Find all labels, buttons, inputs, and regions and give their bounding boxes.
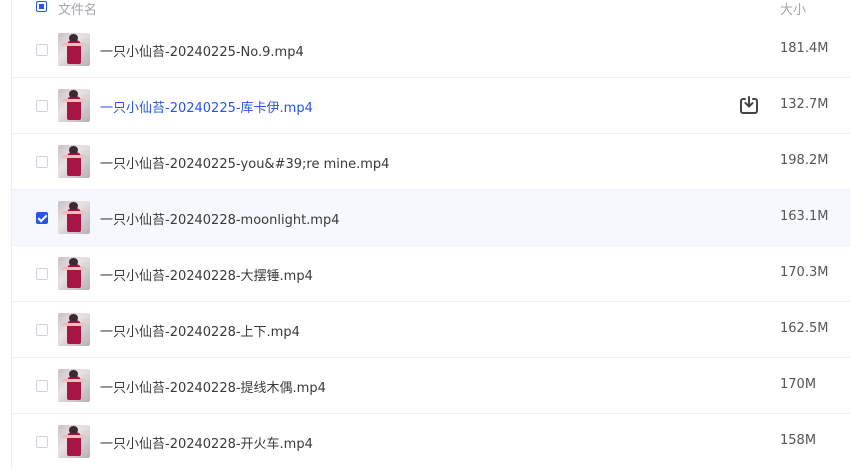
video-thumbnail[interactable] bbox=[58, 89, 90, 122]
file-list: 一只小仙苔-20240225-No.9.mp4 181.4M 一只小仙苔-20240… bbox=[12, 22, 851, 470]
file-list-header: 文件名 大小 bbox=[0, 0, 851, 20]
file-size: 198.2M bbox=[780, 153, 829, 168]
row-checkbox[interactable] bbox=[36, 44, 48, 56]
select-all-checkbox[interactable] bbox=[36, 1, 47, 12]
file-size: 181.4M bbox=[780, 41, 829, 56]
file-size: 170M bbox=[780, 377, 817, 392]
file-name[interactable]: 一只小仙苔-20240228-moonlight.mp4 bbox=[100, 209, 340, 228]
file-size: 158M bbox=[780, 433, 817, 448]
row-checkbox[interactable] bbox=[36, 156, 48, 168]
file-name[interactable]: 一只小仙苔-20240228-大摆锤.mp4 bbox=[100, 265, 313, 284]
video-thumbnail[interactable] bbox=[58, 425, 90, 458]
row-checkbox[interactable] bbox=[36, 268, 48, 280]
file-size: 132.7M bbox=[780, 97, 829, 112]
video-thumbnail[interactable] bbox=[58, 201, 90, 234]
row-checkbox[interactable] bbox=[36, 380, 48, 392]
file-size: 162.5M bbox=[780, 321, 829, 336]
video-thumbnail[interactable] bbox=[58, 313, 90, 346]
file-row[interactable]: 一只小仙苔-20240228-moonlight.mp4 163.1M bbox=[12, 190, 851, 246]
file-name[interactable]: 一只小仙苔-20240228-提线木偶.mp4 bbox=[100, 377, 326, 396]
file-name[interactable]: 一只小仙苔-20240225-you&#39;re mine.mp4 bbox=[100, 153, 389, 172]
file-row[interactable]: 一只小仙苔-20240228-大摆锤.mp4 170.3M bbox=[12, 246, 851, 302]
column-header-size[interactable]: 大小 bbox=[780, 0, 806, 18]
video-thumbnail[interactable] bbox=[58, 369, 90, 402]
video-thumbnail[interactable] bbox=[58, 33, 90, 66]
download-icon[interactable] bbox=[738, 94, 760, 116]
file-row[interactable]: 一只小仙苔-20240225-you&#39;re mine.mp4 198.2M bbox=[12, 134, 851, 190]
file-name[interactable]: 一只小仙苔-20240228-上下.mp4 bbox=[100, 321, 300, 340]
file-row[interactable]: 一只小仙苔-20240228-上下.mp4 162.5M bbox=[12, 302, 851, 358]
file-row[interactable]: 一只小仙苔-20240225-No.9.mp4 181.4M bbox=[12, 22, 851, 78]
file-name[interactable]: 一只小仙苔-20240228-开火车.mp4 bbox=[100, 433, 313, 452]
file-size: 163.1M bbox=[780, 209, 829, 224]
row-checkbox[interactable] bbox=[36, 100, 48, 112]
row-checkbox[interactable] bbox=[36, 212, 48, 224]
row-checkbox[interactable] bbox=[36, 436, 48, 448]
file-row[interactable]: 一只小仙苔-20240228-开火车.mp4 158M bbox=[12, 414, 851, 470]
file-row[interactable]: 一只小仙苔-20240225-库卡伊.mp4 132.7M bbox=[12, 78, 851, 134]
file-name[interactable]: 一只小仙苔-20240225-库卡伊.mp4 bbox=[100, 97, 313, 116]
file-size: 170.3M bbox=[780, 265, 829, 280]
video-thumbnail[interactable] bbox=[58, 257, 90, 290]
video-thumbnail[interactable] bbox=[58, 145, 90, 178]
file-name[interactable]: 一只小仙苔-20240225-No.9.mp4 bbox=[100, 41, 304, 60]
row-checkbox[interactable] bbox=[36, 324, 48, 336]
column-header-name[interactable]: 文件名 bbox=[58, 0, 97, 18]
file-row[interactable]: 一只小仙苔-20240228-提线木偶.mp4 170M bbox=[12, 358, 851, 414]
